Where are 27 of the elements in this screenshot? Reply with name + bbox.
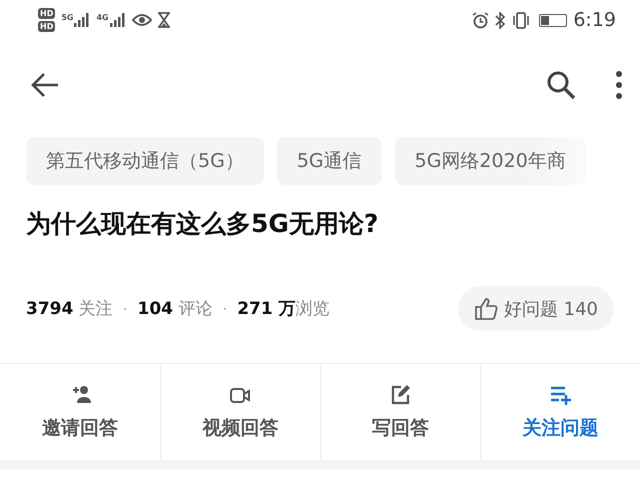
bluetooth-icon — [495, 12, 506, 28]
more-menu-icon[interactable] — [616, 71, 622, 99]
topic-tag[interactable]: 5G通信 — [276, 137, 382, 185]
battery-icon — [539, 14, 568, 26]
question-title: 为什么现在有这么多5G无用论? — [26, 208, 380, 240]
good-question-button[interactable]: 好问题 140 — [458, 286, 614, 331]
stat-text: 104 评论 — [138, 298, 212, 320]
separator-dot: · — [222, 300, 228, 318]
stat-text: 3794 关注 — [26, 298, 113, 320]
topic-tag[interactable]: 5G网络2020年商 — [394, 137, 586, 185]
network-label: 5G — [61, 13, 74, 22]
sim-badge: HD — [38, 8, 56, 19]
clock-time: 6:19 — [573, 9, 616, 31]
signal-icon — [110, 13, 126, 27]
hourglass-icon — [158, 12, 170, 28]
search-icon[interactable] — [546, 70, 576, 100]
eye-icon — [132, 13, 152, 27]
network-label: 4G — [96, 13, 109, 22]
topic-tag[interactable]: 第五代移动通信（5G） — [26, 137, 264, 185]
thumbs-up-icon — [474, 298, 498, 320]
sim-badge: HD — [38, 21, 56, 32]
separator-dot: · — [122, 300, 128, 318]
stat-text: 271 万浏览 — [237, 298, 330, 320]
back-arrow-icon[interactable] — [30, 72, 60, 98]
alarm-icon — [472, 12, 490, 28]
vibrate-icon — [511, 12, 532, 28]
signal-icon — [74, 13, 90, 27]
